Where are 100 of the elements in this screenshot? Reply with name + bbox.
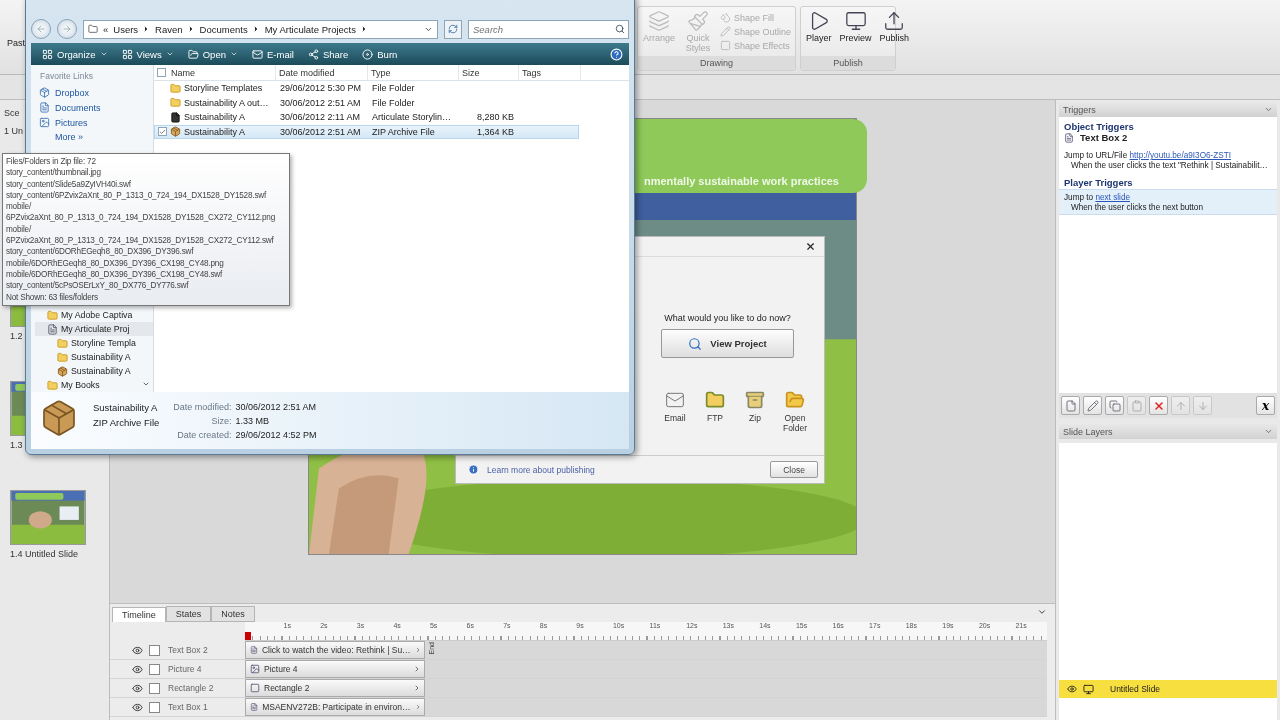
table-cell-text: File Folder: [371, 97, 416, 108]
ribbon-button[interactable]: Publish: [878, 10, 911, 56]
breadcrumb[interactable]: Documents: [199, 23, 260, 35]
folder-icon: [705, 390, 725, 410]
ribbon-button[interactable]: Preview: [838, 10, 873, 56]
forward-button[interactable]: [57, 19, 77, 39]
column-header[interactable]: Name: [154, 65, 276, 80]
toolbar-button[interactable]: Organize: [37, 48, 113, 60]
scene-title: 1 Un: [4, 126, 24, 136]
layer-row[interactable]: Untitled Slide: [1059, 680, 1277, 698]
timeline-bar[interactable]: Click to watch the video: Rethink | Su…: [245, 641, 425, 659]
file-row[interactable]: Sustainability A 30/06/2012 2:11 AM Articulate Storylin… 8,280 KB: [154, 110, 579, 125]
eye-icon[interactable]: [132, 663, 143, 675]
help-icon[interactable]: [610, 47, 623, 61]
panel-header: Triggers: [1059, 102, 1277, 117]
lock-checkbox[interactable]: [149, 701, 160, 713]
eye-icon[interactable]: [132, 701, 143, 713]
table-cell-text: 1,364 KB: [475, 126, 515, 137]
table-cell-text: 8,280 KB: [475, 112, 515, 123]
column-header[interactable]: Tags: [519, 65, 581, 80]
timeline-bar[interactable]: Picture 4: [245, 660, 425, 678]
search-field[interactable]: Search: [468, 19, 629, 39]
folder-icon: [187, 48, 199, 60]
tree-item[interactable]: My Adobe Captiva: [35, 308, 153, 323]
favorite-link[interactable]: Documents: [35, 100, 153, 115]
tab[interactable]: States: [165, 606, 212, 622]
tree-item[interactable]: My Articulate Proj: [35, 322, 153, 337]
slide-label: 1.2: [10, 331, 24, 341]
lock-checkbox[interactable]: [149, 644, 160, 656]
timeline-bar[interactable]: Rectangle 2: [245, 679, 425, 697]
close-icon[interactable]: [805, 241, 816, 252]
lock-checkbox[interactable]: [149, 663, 160, 675]
breadcrumb[interactable]: My Articulate Projects: [264, 23, 368, 35]
caret-icon: [230, 50, 238, 58]
section-heading: Object Triggers: [1063, 121, 1135, 132]
breadcrumb[interactable]: Raven: [155, 23, 195, 35]
toolbar-button[interactable]: Burn: [357, 48, 403, 60]
tree-item[interactable]: My Books: [35, 378, 153, 393]
ribbon-button[interactable]: Player: [805, 10, 833, 56]
chevron-down-icon[interactable]: [1037, 607, 1047, 617]
close-button[interactable]: Close: [770, 461, 818, 478]
tree-item[interactable]: Storyline Templa: [35, 336, 153, 351]
slide-label: 1.4 Untitled Slide: [10, 549, 80, 559]
checkbox[interactable]: [158, 127, 167, 137]
address-bar[interactable]: « Users Raven Documents My Articulate Projects: [83, 19, 438, 39]
help-link[interactable]: Learn more about publishing: [468, 464, 595, 475]
variables-button[interactable]: x: [1256, 396, 1275, 415]
timeline-bar[interactable]: MSAENV272B: Participate in environ…: [245, 698, 425, 716]
column-header[interactable]: Type: [368, 65, 459, 80]
favorite-link[interactable]: Dropbox: [35, 85, 153, 100]
file-row[interactable]: Storyline Templates 29/06/2012 5:30 PM File Folder: [154, 81, 579, 96]
more-link[interactable]: More »: [35, 130, 153, 144]
tool-button[interactable]: [1105, 396, 1124, 415]
tool-button[interactable]: [1149, 396, 1168, 415]
link[interactable]: http://youtu.be/a9I3O6-ZSTI: [1129, 151, 1232, 160]
layer-name: Rectangle 2: [168, 683, 214, 693]
favorite-link[interactable]: Pictures: [35, 115, 153, 130]
search-icon: [615, 23, 625, 34]
back-button[interactable]: [31, 19, 51, 39]
panel-header: Slide Layers: [1059, 424, 1277, 439]
toolbar-button[interactable]: Share: [302, 48, 354, 60]
file-row[interactable]: Sustainability A 30/06/2012 2:51 AM ZIP Archive File 1,364 KB: [154, 124, 579, 139]
breadcrumb[interactable]: Users: [113, 23, 151, 35]
action-button[interactable]: Email: [661, 390, 689, 434]
link[interactable]: next slide: [1095, 193, 1130, 202]
field-label: Date modified:: [173, 402, 232, 412]
action-button[interactable]: FTP: [701, 390, 729, 434]
lock-checkbox[interactable]: [149, 682, 160, 694]
toolbar-button[interactable]: Views: [116, 48, 179, 60]
breadcrumb-overflow: «: [103, 23, 109, 35]
tab[interactable]: Notes: [211, 606, 255, 622]
folder-icon: [57, 351, 68, 363]
document-icon: [39, 102, 50, 113]
refresh-button[interactable]: [444, 19, 462, 39]
file-row[interactable]: Sustainability A out… 30/06/2012 2:51 AM File Folder: [154, 95, 579, 110]
checkbox[interactable]: [157, 68, 166, 77]
trigger-item[interactable]: Jump to URL/File http://youtu.be/a9I3O6-ZSTI When the user clicks the text "Rethink | Sustainabilit…: [1059, 147, 1277, 173]
trigger-item[interactable]: Jump to next slide When the user clicks the next button: [1059, 189, 1277, 215]
layers-icon: [648, 10, 670, 32]
toolbar-button[interactable]: Open: [182, 48, 243, 60]
tree-item[interactable]: Sustainability A: [35, 364, 153, 379]
toolbar-button[interactable]: E-mail: [247, 48, 299, 60]
column-header[interactable]: Date modified: [276, 65, 368, 80]
action-button[interactable]: Open Folder: [781, 390, 809, 434]
action-button[interactable]: Zip: [741, 390, 769, 434]
view-project-button[interactable]: View Project: [661, 329, 794, 358]
column-header[interactable]: Size: [459, 65, 519, 80]
tooltip-line: story_content/6DORhEGeqh8_80_DX396_DY396.swf: [6, 246, 195, 258]
tree-item[interactable]: Sustainability A: [35, 350, 153, 365]
chevron-down-icon[interactable]: [1264, 105, 1273, 114]
arrow-right-icon: [62, 24, 72, 34]
tooltip-line: mobile/6DORhEGeqh8_80_DX396_DY396_CX198_CY48.png: [6, 257, 225, 269]
tool-button[interactable]: [1061, 396, 1080, 415]
tool-button[interactable]: [1083, 396, 1102, 415]
chevron-down-icon[interactable]: [1264, 427, 1273, 436]
eye-icon[interactable]: [132, 682, 143, 694]
chevron-right-icon: [414, 646, 421, 654]
tooltip-line: mobile/6DORhEGeqh8_80_DX396_DY396_CX198_CY48.swf: [6, 268, 224, 281]
tab[interactable]: Timeline: [112, 607, 166, 622]
eye-icon[interactable]: [132, 644, 143, 656]
